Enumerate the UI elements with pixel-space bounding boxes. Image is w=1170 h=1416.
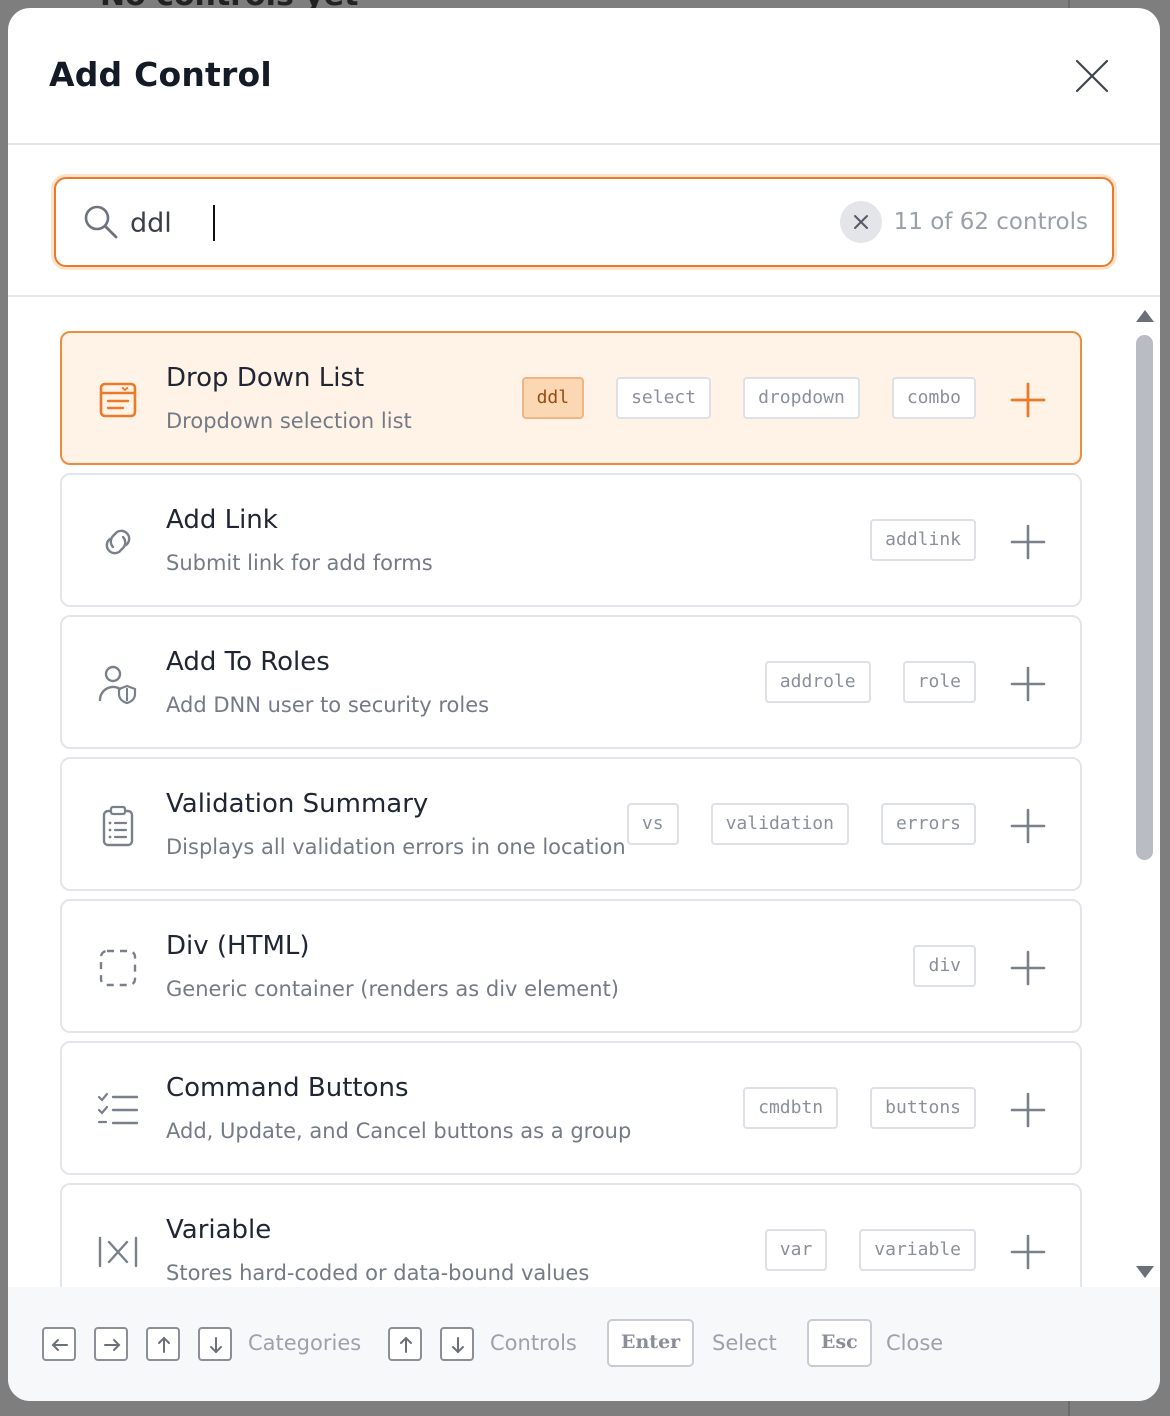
control-description: Add DNN user to security roles — [166, 693, 490, 717]
key-down — [198, 1327, 232, 1361]
key-down-controls — [440, 1327, 474, 1361]
clear-search-button[interactable] — [840, 201, 882, 243]
control-title: Add To Roles — [166, 647, 330, 677]
tag-combo: combo — [891, 377, 976, 419]
control-title: Div (HTML) — [166, 931, 310, 961]
controls-list[interactable]: Drop Down List Dropdown selection list d… — [8, 299, 1160, 1287]
search-section: 11 of 62 controls — [8, 147, 1160, 297]
link-icon — [105, 529, 131, 555]
add-icon[interactable] — [1006, 946, 1050, 990]
control-tags: div — [913, 945, 976, 987]
search-input[interactable] — [130, 201, 730, 245]
close-button[interactable] — [1072, 56, 1112, 96]
tag-vs: vs — [626, 803, 679, 845]
control-description: Stores hard-coded or data-bound values — [166, 1261, 590, 1285]
control-description: Dropdown selection list — [166, 409, 412, 433]
control-tags: vs validation errors — [626, 803, 976, 845]
close-hint-label: Close — [886, 1331, 944, 1355]
control-tags: addlink — [870, 519, 976, 561]
tag-select: select — [616, 377, 712, 419]
control-description: Add, Update, and Cancel buttons as a gro… — [166, 1119, 632, 1143]
control-item-command-buttons[interactable]: Command Buttons Add, Update, and Cancel … — [60, 1041, 1082, 1175]
add-icon[interactable] — [1006, 378, 1050, 422]
tag-ddl: ddl — [521, 377, 585, 419]
control-tags: cmdbtn buttons — [743, 1087, 976, 1129]
arrow-left-icon — [51, 1339, 68, 1351]
control-tags: var variable — [764, 1229, 976, 1271]
tag-var: var — [764, 1229, 828, 1271]
tag-addrole: addrole — [764, 661, 871, 703]
arrow-down-icon — [210, 1337, 222, 1354]
search-box: 11 of 62 controls — [54, 177, 1114, 267]
control-title: Validation Summary — [166, 789, 429, 819]
tag-dropdown: dropdown — [743, 377, 860, 419]
dialog-title: Add Control — [49, 55, 272, 94]
categories-hint-label: Categories — [248, 1331, 362, 1355]
key-up-controls — [388, 1327, 422, 1361]
scroll-down-arrow[interactable] — [1135, 1264, 1155, 1280]
key-up — [146, 1327, 180, 1361]
control-title: Command Buttons — [166, 1073, 409, 1103]
scroll-up-arrow[interactable] — [1135, 308, 1155, 324]
clipboard-list-icon — [102, 805, 134, 847]
control-title: Variable — [166, 1215, 272, 1245]
scrollbar-thumb[interactable] — [1136, 335, 1153, 860]
dialog-header: Add Control — [8, 8, 1160, 145]
control-description: Submit link for add forms — [166, 551, 433, 575]
key-right — [94, 1327, 128, 1361]
variable-icon — [98, 1236, 138, 1268]
close-icon — [1075, 59, 1109, 93]
add-icon[interactable] — [1006, 1230, 1050, 1274]
control-item-variable[interactable]: Variable Stores hard-coded or data-bound… — [60, 1183, 1082, 1287]
search-icon — [84, 205, 118, 239]
tag-cmdbtn: cmdbtn — [743, 1087, 839, 1129]
add-control-dialog: Add Control 11 of 62 controls — [8, 8, 1160, 1401]
arrow-down-icon — [452, 1337, 464, 1354]
text-caret — [213, 205, 215, 241]
control-description: Displays all validation errors in one lo… — [166, 835, 626, 859]
controls-hint-label: Controls — [490, 1331, 577, 1355]
tag-variable: variable — [859, 1229, 976, 1271]
dashed-square-icon — [99, 949, 137, 987]
dropdown-list-icon — [99, 382, 137, 418]
tag-buttons: buttons — [870, 1087, 976, 1129]
tag-validation: validation — [710, 803, 849, 845]
add-icon[interactable] — [1006, 520, 1050, 564]
control-item-add-link[interactable]: Add Link Submit link for add forms addli… — [60, 473, 1082, 607]
clear-icon — [854, 215, 868, 229]
control-item-drop-down-list[interactable]: Drop Down List Dropdown selection list d… — [60, 331, 1082, 465]
arrow-right-icon — [104, 1339, 121, 1351]
control-item-add-to-roles[interactable]: Add To Roles Add DNN user to security ro… — [60, 615, 1082, 749]
select-hint-label: Select — [712, 1331, 777, 1355]
add-icon[interactable] — [1006, 662, 1050, 706]
key-esc: Esc — [807, 1319, 872, 1367]
tag-div: div — [913, 945, 976, 987]
key-enter: Enter — [607, 1319, 695, 1367]
control-title: Drop Down List — [166, 363, 365, 393]
control-tags: addrole role — [764, 661, 976, 703]
add-icon[interactable] — [1006, 804, 1050, 848]
user-shield-icon — [98, 665, 137, 705]
control-item-validation-summary[interactable]: Validation Summary Displays all validati… — [60, 757, 1082, 891]
control-title: Add Link — [166, 505, 278, 535]
arrow-up-icon — [400, 1336, 412, 1353]
tag-role: role — [902, 661, 976, 703]
key-left — [42, 1327, 76, 1361]
control-item-div-html[interactable]: Div (HTML) Generic container (renders as… — [60, 899, 1082, 1033]
control-description: Generic container (renders as div elemen… — [166, 977, 619, 1001]
add-icon[interactable] — [1006, 1088, 1050, 1132]
result-count: 11 of 62 controls — [893, 209, 1088, 235]
tag-addlink: addlink — [870, 519, 976, 561]
arrow-up-icon — [158, 1336, 170, 1353]
control-tags: ddl select dropdown combo — [521, 377, 976, 419]
keyboard-hints-footer: Categories Controls Enter Select Esc Clo… — [8, 1287, 1160, 1401]
checklist-icon — [97, 1092, 139, 1125]
tag-errors: errors — [880, 803, 976, 845]
